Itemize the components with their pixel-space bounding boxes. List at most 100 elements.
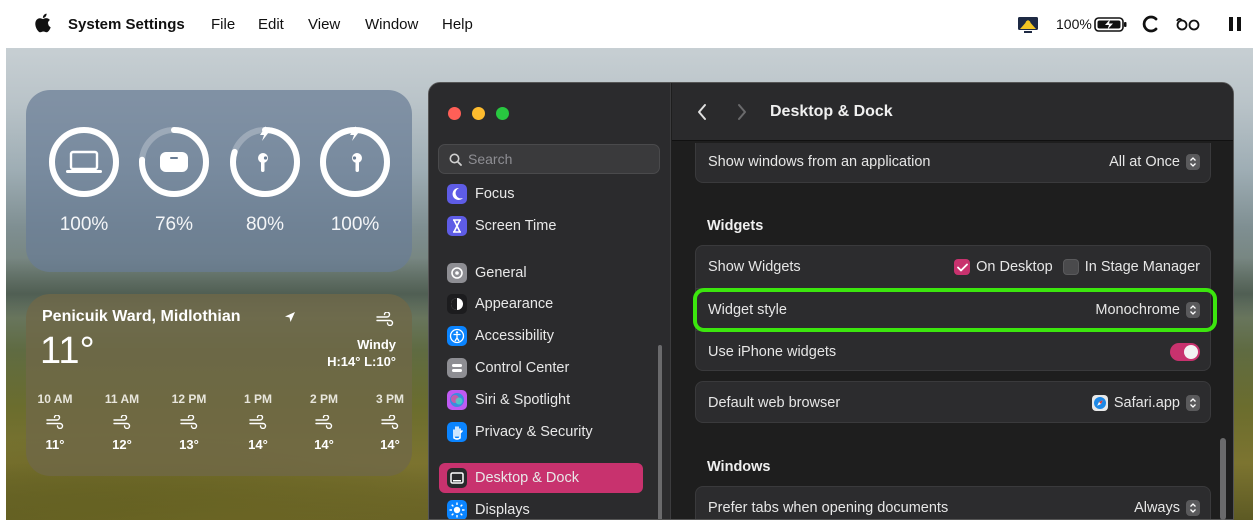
hourly-forecast-item: 11 AM 12° xyxy=(97,392,147,452)
sidebar-item-siri-and-spotlight[interactable]: Siri & Spotlight xyxy=(439,385,643,415)
show-windows-popup[interactable]: All at Once xyxy=(1109,154,1200,170)
sidebar-item-control-center[interactable]: Control Center xyxy=(439,353,643,383)
browser-group: Default web browser Safari.app xyxy=(695,381,1211,423)
show-windows-value: All at Once xyxy=(1109,154,1180,170)
menu-view[interactable]: View xyxy=(308,16,340,34)
minimize-window-button[interactable] xyxy=(472,107,485,120)
hour-temperature: 11° xyxy=(45,437,65,452)
screen-sharing-icon[interactable] xyxy=(1015,12,1041,36)
prefer-tabs-popup[interactable]: Always xyxy=(1134,500,1200,516)
airpod-right-battery-ring xyxy=(320,126,390,197)
widget-style-highlight xyxy=(693,288,1217,332)
appearance-icon xyxy=(447,294,467,314)
airpod-right-icon xyxy=(352,153,362,172)
menu-edit[interactable]: Edit xyxy=(258,16,284,34)
sidebar-item-appearance[interactable]: Appearance xyxy=(439,289,643,319)
weather-temperature: 11° xyxy=(40,330,95,372)
hour-temperature: 13° xyxy=(179,437,199,452)
gear-icon xyxy=(447,263,467,283)
battery-charging-icon[interactable] xyxy=(1093,12,1129,36)
wind-icon xyxy=(180,415,198,429)
sidebar-item-label: General xyxy=(475,265,527,281)
forward-chevron-icon[interactable] xyxy=(736,103,748,121)
battery-percent-label: 80% xyxy=(245,214,285,235)
hour-temperature: 14° xyxy=(380,437,400,452)
hour-temperature: 12° xyxy=(112,437,132,452)
prefer-tabs-row: Prefer tabs when opening documents Alway… xyxy=(696,487,1210,519)
widgets-section-title: Widgets xyxy=(707,218,764,234)
empty-checkbox-icon xyxy=(1062,259,1079,275)
back-chevron-icon[interactable] xyxy=(696,103,708,121)
hourly-forecast-item: 1 PM 14° xyxy=(233,392,283,452)
apple-logo-icon[interactable] xyxy=(34,13,51,33)
sidebar-item-label: Displays xyxy=(475,502,530,518)
battery-percent-label: 100% xyxy=(59,214,109,235)
popup-chevrons-icon xyxy=(1186,395,1200,411)
sidebar-item-privacy-and-security[interactable]: Privacy & Security xyxy=(439,417,643,447)
stage-manager-label: In Stage Manager xyxy=(1084,259,1200,275)
hourglass-icon xyxy=(447,216,467,236)
search-input[interactable] xyxy=(468,151,648,167)
airpod-left-icon xyxy=(258,153,268,172)
menu-window[interactable]: Window xyxy=(365,16,418,34)
default-browser-popup[interactable]: Safari.app xyxy=(1091,395,1200,411)
sidebar-scrollbar[interactable] xyxy=(658,345,662,519)
app-c-icon[interactable] xyxy=(1141,12,1161,36)
default-browser-label: Default web browser xyxy=(708,395,841,411)
hour-label: 11 AM xyxy=(104,392,140,406)
on-desktop-checkbox[interactable]: On Desktop xyxy=(954,259,1053,275)
prefer-tabs-value: Always xyxy=(1134,500,1180,516)
weather-high-low: H:14° L:10° xyxy=(327,354,396,369)
battery-percent-label: 100% xyxy=(330,214,380,235)
sidebar-item-label: Focus xyxy=(475,186,515,202)
wind-icon xyxy=(315,415,333,429)
hour-label: 3 PM xyxy=(375,392,404,406)
hourly-forecast-item: 2 PM 14° xyxy=(299,392,349,452)
hour-label: 2 PM xyxy=(309,392,338,406)
sidebar-item-label: Desktop & Dock xyxy=(475,470,579,486)
hour-temperature: 14° xyxy=(248,437,268,452)
pause-icon[interactable] xyxy=(1227,12,1243,36)
sidebar-item-label: Accessibility xyxy=(475,328,554,344)
focus-moon-icon xyxy=(447,184,467,204)
settings-sidebar: Focus Screen Time General Appearance Accessi… xyxy=(429,83,671,519)
close-window-button[interactable] xyxy=(448,107,461,120)
sidebar-item-label: Appearance xyxy=(475,296,554,312)
wind-icon xyxy=(376,312,394,326)
settings-search[interactable] xyxy=(438,144,660,174)
desktop-dock-icon xyxy=(447,468,467,488)
menu-help[interactable]: Help xyxy=(442,16,473,34)
menu-file[interactable]: File xyxy=(211,16,235,34)
show-widgets-label: Show Widgets xyxy=(708,259,801,275)
zoom-window-button[interactable] xyxy=(496,107,509,120)
batteries-widget[interactable]: 100% 76% 80% 100% xyxy=(26,90,412,272)
iphone-widgets-label: Use iPhone widgets xyxy=(708,343,837,360)
page-title: Desktop & Dock xyxy=(770,103,893,120)
battery-percent: 100% xyxy=(1056,16,1092,32)
content-scrollbar[interactable] xyxy=(1220,438,1226,520)
hour-label: 10 AM xyxy=(37,392,73,406)
sidebar-item-screen-time[interactable]: Screen Time xyxy=(439,211,643,241)
hourly-forecast-item: 10 AM 11° xyxy=(30,392,80,452)
checkmark-icon xyxy=(954,259,971,275)
stage-manager-checkbox[interactable]: In Stage Manager xyxy=(1062,259,1200,275)
sidebar-item-general[interactable]: General xyxy=(439,258,643,288)
hourly-forecast-item: 3 PM 14° xyxy=(365,392,415,452)
sidebar-item-focus[interactable]: Focus xyxy=(439,184,643,204)
safari-icon xyxy=(1091,395,1108,411)
sidebar-item-desktop-and-dock[interactable]: Desktop & Dock xyxy=(439,463,643,493)
hourly-forecast-item: 12 PM 13° xyxy=(164,392,214,452)
sidebar-item-displays[interactable]: Displays xyxy=(439,495,643,519)
glasses-icon[interactable] xyxy=(1175,12,1201,36)
sidebar-item-accessibility[interactable]: Accessibility xyxy=(439,321,643,351)
displays-icon xyxy=(447,500,467,519)
default-browser-value: Safari.app xyxy=(1113,395,1180,411)
wind-icon xyxy=(249,415,267,429)
search-icon xyxy=(449,153,462,166)
menu-app-name[interactable]: System Settings xyxy=(68,16,185,34)
airpod-left-battery-ring xyxy=(230,126,300,197)
weather-widget[interactable]: Penicuik Ward, Midlothian 11° Windy H:14… xyxy=(26,294,412,476)
iphone-widgets-toggle[interactable] xyxy=(1170,342,1200,361)
wind-icon xyxy=(381,415,399,429)
default-browser-row: Default web browser Safari.app xyxy=(696,382,1210,424)
